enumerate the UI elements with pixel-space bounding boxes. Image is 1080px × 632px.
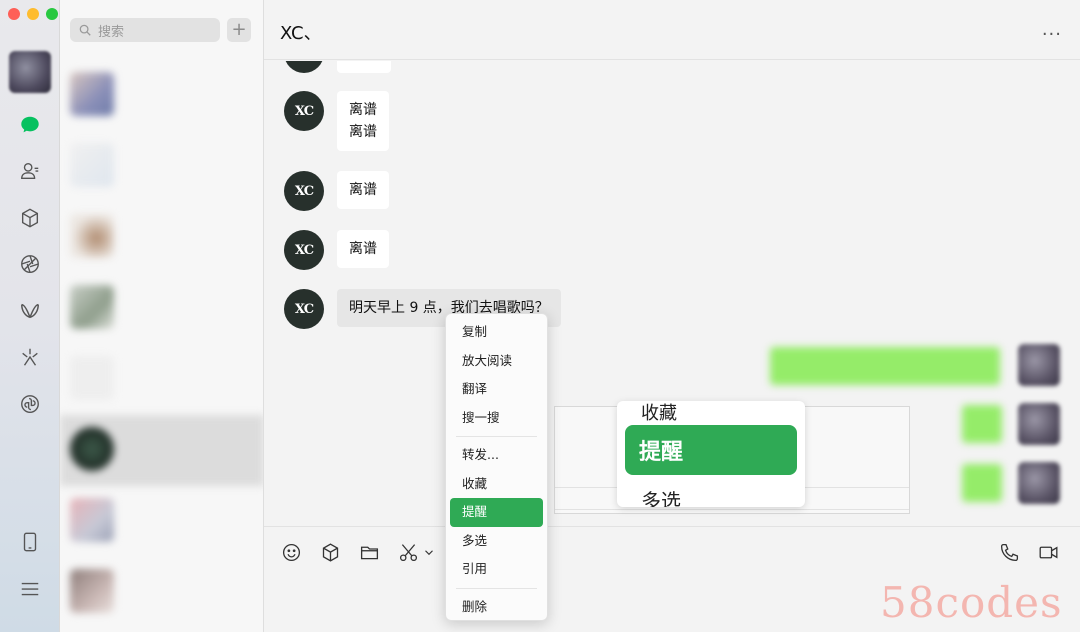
my-avatar[interactable] bbox=[1018, 344, 1060, 386]
zoomed-context-menu: 收藏 提醒 多选 bbox=[617, 401, 805, 507]
contact-avatar[interactable]: XC bbox=[284, 171, 324, 211]
zoomed-item-remind: 提醒 bbox=[625, 425, 797, 475]
favorites-icon[interactable] bbox=[17, 205, 43, 231]
chat-header: XC、 ··· bbox=[264, 0, 1080, 60]
contact-avatar[interactable]: XC bbox=[284, 91, 324, 131]
contact-avatar[interactable]: XC bbox=[284, 230, 324, 270]
chat-list-panel: 搜索 + bbox=[60, 0, 264, 632]
chat-title: XC、 bbox=[280, 23, 322, 44]
menu-item-search[interactable]: 搜一搜 bbox=[450, 404, 543, 433]
chat-panel: XC、 ··· XC 离谱 离谱 XC 离谱 XC 离谱 XC 明天早上 9 点… bbox=[264, 0, 1080, 632]
zoom-window-button[interactable] bbox=[46, 8, 58, 20]
message-bubble[interactable]: 离谱 bbox=[337, 171, 389, 209]
conversation-item[interactable] bbox=[60, 344, 263, 415]
menu-item-forward[interactable]: 转发... bbox=[450, 441, 543, 470]
menu-item-quote[interactable]: 引用 bbox=[450, 555, 543, 584]
close-window-button[interactable] bbox=[8, 8, 20, 20]
conversation-item[interactable] bbox=[60, 273, 263, 344]
contacts-icon[interactable] bbox=[17, 158, 43, 184]
conversation-item-selected[interactable] bbox=[60, 415, 263, 486]
emoji-icon[interactable] bbox=[280, 541, 302, 563]
menu-separator bbox=[456, 587, 537, 589]
menu-separator bbox=[456, 436, 537, 437]
conversation-item[interactable] bbox=[60, 486, 263, 557]
discover-icon[interactable] bbox=[17, 344, 43, 370]
menu-icon[interactable] bbox=[17, 576, 43, 602]
message-context-menu: 复制 放大阅读 翻译 搜一搜 转发... 收藏 提醒 多选 引用 删除 bbox=[445, 313, 548, 621]
video-call-icon[interactable] bbox=[1037, 541, 1059, 563]
zoomed-item-multiselect: 多选 bbox=[641, 489, 681, 507]
folder-icon[interactable] bbox=[358, 541, 380, 563]
chevron-down-icon[interactable] bbox=[422, 541, 436, 563]
window-controls bbox=[8, 8, 58, 20]
search-icon bbox=[79, 24, 91, 36]
conversation-item[interactable] bbox=[60, 202, 263, 273]
nav-rail bbox=[0, 0, 60, 632]
conversation-list bbox=[60, 60, 263, 628]
scissors-icon[interactable] bbox=[397, 541, 419, 563]
message-bubble[interactable]: 离谱 bbox=[337, 230, 389, 268]
zoomed-item-favorite: 收藏 bbox=[641, 403, 677, 424]
message-area: XC 离谱 离谱 XC 离谱 XC 离谱 XC 明天早上 9 点，我们去唱歌吗？… bbox=[264, 61, 1080, 526]
my-message-bubble[interactable] bbox=[962, 464, 1002, 502]
message-bubble[interactable]: 离谱 离谱 bbox=[337, 91, 389, 151]
my-avatar[interactable] bbox=[9, 51, 51, 93]
menu-item-delete[interactable]: 删除 bbox=[450, 593, 543, 622]
search-input[interactable]: 搜索 bbox=[70, 18, 220, 42]
contact-avatar[interactable] bbox=[284, 61, 324, 73]
my-avatar[interactable] bbox=[1018, 462, 1060, 504]
conversation-item[interactable] bbox=[60, 131, 263, 202]
phone-call-icon[interactable] bbox=[998, 541, 1020, 563]
add-button[interactable]: + bbox=[227, 18, 251, 42]
my-message-bubble[interactable] bbox=[770, 347, 1000, 385]
menu-item-zoom-read[interactable]: 放大阅读 bbox=[450, 347, 543, 376]
more-options-button[interactable]: ··· bbox=[1042, 24, 1062, 45]
phone-icon[interactable] bbox=[17, 529, 43, 555]
favorites-icon[interactable] bbox=[319, 541, 341, 563]
contact-avatar[interactable]: XC bbox=[284, 289, 324, 329]
moments-icon[interactable] bbox=[17, 251, 43, 277]
my-message-bubble[interactable] bbox=[962, 405, 1002, 443]
search-placeholder: 搜索 bbox=[98, 24, 125, 40]
menu-item-remind[interactable]: 提醒 bbox=[450, 498, 543, 527]
menu-item-translate[interactable]: 翻译 bbox=[450, 375, 543, 404]
chat-icon[interactable] bbox=[17, 112, 43, 138]
menu-item-favorite[interactable]: 收藏 bbox=[450, 470, 543, 499]
conversation-item[interactable] bbox=[60, 60, 263, 131]
minimize-window-button[interactable] bbox=[27, 8, 39, 20]
channels-icon[interactable] bbox=[17, 298, 43, 324]
zoomed-preview: 收藏 提醒 多选 bbox=[554, 401, 910, 514]
message-bubble[interactable] bbox=[337, 61, 391, 73]
watermark: 58codes bbox=[880, 578, 1063, 627]
conversation-item[interactable] bbox=[60, 557, 263, 628]
menu-item-copy[interactable]: 复制 bbox=[450, 318, 543, 347]
mini-program-icon[interactable] bbox=[17, 391, 43, 417]
menu-item-multiselect[interactable]: 多选 bbox=[450, 527, 543, 556]
my-avatar[interactable] bbox=[1018, 403, 1060, 445]
